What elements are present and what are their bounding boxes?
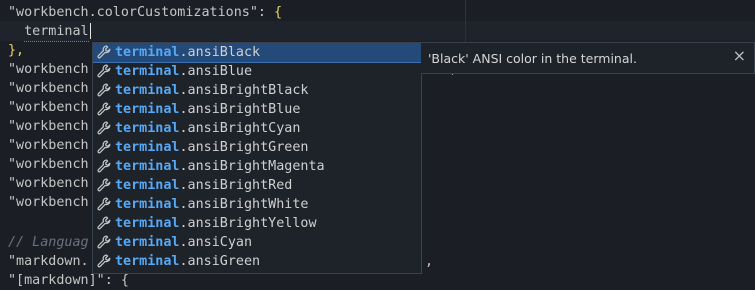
suggest-item[interactable]: terminal.ansiBrightBlue <box>93 100 421 119</box>
typed-text: terminal <box>24 22 89 42</box>
suggest-item-match: terminal <box>115 102 180 117</box>
suggest-item[interactable]: terminal.ansiBrightGreen <box>93 138 421 157</box>
suggest-item[interactable]: terminal.ansiGreen <box>93 252 421 271</box>
wrench-icon <box>97 159 111 173</box>
suggest-item-label: .ansiBrightRed <box>179 178 293 193</box>
wrench-icon <box>97 254 111 268</box>
code-line-5: "workbench <box>8 81 89 96</box>
suggest-details: 'Black' ANSI color in the terminal. × <box>421 42 755 74</box>
code-line-8: "workbench <box>8 138 89 153</box>
code-line-14: "markdown. <box>8 254 89 269</box>
wrench-icon <box>97 83 111 97</box>
wrench-icon <box>97 178 111 192</box>
suggest-widget[interactable]: terminal.ansiBlack terminal.ansiBlue termi… <box>92 42 422 274</box>
current-line-highlight <box>0 21 755 41</box>
suggest-item-match: terminal <box>115 159 180 174</box>
suggest-item-match: terminal <box>115 216 180 231</box>
suggest-item-match: terminal <box>115 178 180 193</box>
suggest-item[interactable]: terminal.ansiCyan <box>93 233 421 252</box>
suggest-item-label: .ansiCyan <box>179 235 253 250</box>
wrench-icon <box>97 121 111 135</box>
code-line-6: "workbench <box>8 100 89 115</box>
wrench-icon <box>97 235 111 249</box>
wrench-icon <box>97 102 111 116</box>
wrench-icon <box>97 45 111 59</box>
suggest-item-match: terminal <box>115 197 180 212</box>
suggest-item-match: terminal <box>115 254 180 269</box>
code-line-10: "workbench <box>8 176 89 191</box>
suggest-item[interactable]: terminal.ansiBrightMagenta <box>93 157 421 176</box>
suggest-item-match: terminal <box>115 140 180 155</box>
suggest-item[interactable]: terminal.ansiBlue <box>93 62 421 81</box>
wrench-icon <box>97 197 111 211</box>
code-line-13: // Languag <box>8 235 89 250</box>
suggest-item-label: .ansiBrightBlue <box>179 102 301 117</box>
suggest-item-match: terminal <box>115 235 180 250</box>
details-text: 'Black' ANSI color in the terminal. <box>428 51 637 66</box>
suggest-item-match: terminal <box>115 45 180 60</box>
suggest-item-label: .ansiBrightCyan <box>179 121 301 136</box>
wrench-icon <box>97 216 111 230</box>
suggest-item[interactable]: terminal.ansiBlack <box>93 43 421 63</box>
suggest-item-label: .ansiBrightMagenta <box>179 159 325 174</box>
suggest-item[interactable]: terminal.ansiBrightCyan <box>93 119 421 138</box>
wrench-icon <box>97 64 111 78</box>
suggest-item-label: .ansiBrightGreen <box>179 140 309 155</box>
code-fragment-right-14: , <box>425 254 434 269</box>
code-line-4: "workbench <box>8 62 89 77</box>
suggest-item-label: .ansiBrightWhite <box>179 197 309 212</box>
code-line-2[interactable]: terminal <box>8 22 91 42</box>
close-icon[interactable]: × <box>733 46 746 65</box>
suggest-item-label: .ansiBlack <box>179 45 261 60</box>
suggest-item[interactable]: terminal.ansiBrightWhite <box>93 195 421 214</box>
suggest-item[interactable]: terminal.ansiBrightBlack <box>93 81 421 100</box>
code-line-9: "workbench <box>8 157 89 172</box>
suggest-item-match: terminal <box>115 64 180 79</box>
code-line-11: "workbench <box>8 195 89 210</box>
suggest-item-label: .ansiBlue <box>179 64 253 79</box>
suggest-item[interactable]: terminal.ansiBrightYellow <box>93 214 421 233</box>
suggest-item-label: .ansiBrightYellow <box>179 216 317 231</box>
suggest-item-label: .ansiGreen <box>179 254 261 269</box>
suggest-item-label: .ansiBrightBlack <box>179 83 309 98</box>
suggest-item[interactable]: terminal.ansiBrightRed <box>93 176 421 195</box>
code-line-1: "workbench.colorCustomizations": { <box>8 5 283 20</box>
suggest-item-match: terminal <box>115 121 180 136</box>
wrench-icon <box>97 140 111 154</box>
text-caret <box>89 23 91 39</box>
code-line-3: }, <box>8 43 25 58</box>
code-line-7: "workbench <box>8 119 89 134</box>
suggest-item-match: terminal <box>115 83 180 98</box>
indent-ruler <box>465 0 466 42</box>
